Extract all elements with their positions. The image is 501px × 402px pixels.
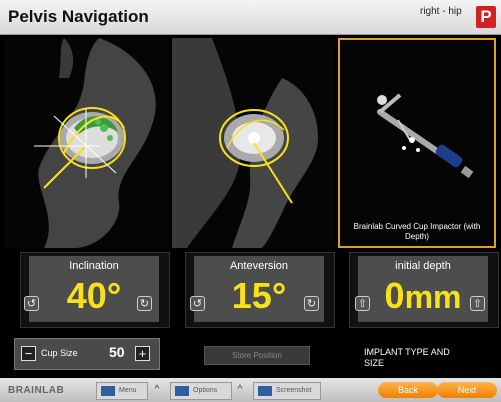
screenshot-button[interactable]: Screenshot [253,382,321,400]
store-position-button[interactable]: Store Position [204,346,310,365]
depth-card-panel: initial depth 0mm [358,256,488,322]
instrument-view[interactable]: Brainlab Curved Cup Impactor (with Depth… [338,38,496,248]
side-indicator: right - hip [420,6,462,17]
back-button[interactable]: Back [378,382,438,398]
anteversion-unit: ° [271,275,287,316]
depth-arrow-up-right-icon[interactable]: ⇧ [470,296,485,311]
inclination-label: Inclination [69,260,119,272]
pelvis-lateral-graphic [34,38,156,248]
menu-chevron-up-icon[interactable]: ^ [150,382,164,398]
next-button[interactable]: Next [437,382,497,398]
depth-card: initial depth 0mm [349,252,499,328]
cup-size-control: − Cup Size 50 + [14,338,160,370]
anteversion-card: Anteversion 15° [185,252,335,328]
anteversion-rotate-left-icon[interactable]: ↺ [190,296,205,311]
anteversion-card-panel: Anteversion 15° [194,256,324,322]
inclination-rotate-right-icon[interactable]: ↻ [137,296,152,311]
options-icon [175,386,189,396]
options-button[interactable]: Options [170,382,232,400]
options-chevron-up-icon[interactable]: ^ [233,382,247,398]
depth-arrow-up-left-icon[interactable]: ⇧ [355,296,370,311]
inclination-card: Inclination 40° [20,252,170,328]
anteversion-number: 15 [231,275,272,316]
inclination-rotate-left-icon[interactable]: ↺ [24,296,39,311]
inclination-card-panel: Inclination 40° [29,256,159,322]
camera-icon [258,386,272,396]
anteversion-rotate-right-icon[interactable]: ↻ [304,296,319,311]
app-logo: P [476,6,496,28]
cup-size-decrease-button[interactable]: − [21,346,36,361]
depth-value: 0mm [358,276,488,317]
brand-logo: BRAINLAB [8,385,65,396]
menu-button[interactable]: Menu [96,382,148,400]
footer-bar: BRAINLAB Menu ^ Options ^ Screenshot Bac… [0,378,501,402]
cup-size-label: Cup Size [41,348,78,358]
title-bar: Pelvis Navigation right - hip P [0,0,501,35]
options-label: Options [193,387,218,394]
cup-impactor-graphic [377,93,474,179]
instrument-label: Brainlab Curved Cup Impactor (with Depth… [353,222,481,241]
menu-label: Menu [119,387,137,394]
implant-type-label: IMPLANT TYPE AND SIZE [364,347,450,368]
depth-unit: mm [404,279,462,315]
depth-number: 0 [384,275,405,316]
anteversion-label: Anteversion [229,260,289,272]
depth-label: initial depth [395,260,451,272]
inclination-unit: ° [106,275,122,316]
pelvis-view-frontal[interactable] [172,38,335,248]
page-title: Pelvis Navigation [8,7,149,26]
cup-size-value: 50 [109,344,125,360]
pelvis-view-lateral[interactable] [4,38,169,248]
inclination-number: 40 [66,275,107,316]
cup-size-increase-button[interactable]: + [135,346,150,361]
screenshot-label: Screenshot [276,387,312,394]
pelvis-frontal-graphic [172,38,318,248]
menu-icon [101,386,115,396]
